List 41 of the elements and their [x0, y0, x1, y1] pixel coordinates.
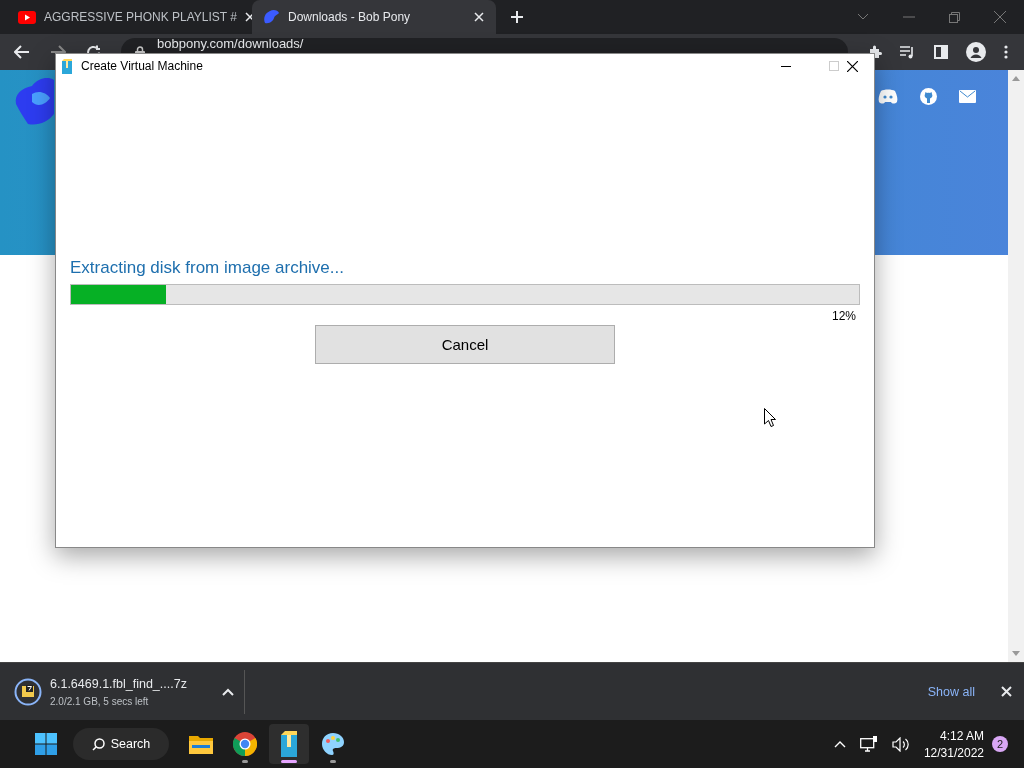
archive-app-icon: [279, 731, 299, 757]
github-icon[interactable]: [920, 88, 937, 105]
chevron-up-icon[interactable]: [833, 740, 846, 748]
caret-icon[interactable]: [222, 687, 234, 696]
chevron-down-icon[interactable]: [857, 13, 869, 21]
playlist-icon[interactable]: [900, 45, 916, 59]
back-icon[interactable]: [14, 45, 30, 59]
mail-icon[interactable]: [959, 90, 976, 103]
close-icon[interactable]: [847, 60, 858, 72]
folder-icon: [189, 734, 213, 754]
minimize-icon[interactable]: [781, 65, 791, 67]
status-text: Extracting disk from image archive...: [70, 258, 345, 278]
maximize-icon: [829, 61, 839, 71]
show-all-link[interactable]: Show all: [927, 684, 975, 699]
restore-icon[interactable]: [949, 11, 960, 23]
taskbar-app[interactable]: [269, 724, 309, 764]
network-icon[interactable]: [859, 736, 878, 752]
mouse-pointer-icon: [764, 408, 776, 427]
search-button[interactable]: Search: [73, 728, 169, 760]
discord-icon[interactable]: [878, 89, 898, 104]
speaker-icon[interactable]: [891, 736, 910, 752]
clock[interactable]: 4:12 AM 12/31/2022: [923, 728, 984, 760]
side-panel-icon[interactable]: [934, 45, 948, 59]
notification-badge[interactable]: 2: [992, 736, 1008, 752]
play-logo-icon: [18, 10, 36, 24]
progress-percent: 12%: [831, 309, 856, 323]
archive-app-icon: [61, 58, 73, 74]
blob-logo-icon: [262, 9, 280, 25]
browser-tab[interactable]: Downloads - Bob Pony: [252, 0, 496, 34]
cancel-button[interactable]: Cancel: [315, 325, 615, 364]
search-icon: [91, 737, 105, 751]
palette-icon: [321, 732, 345, 756]
archive-file-icon[interactable]: [14, 677, 42, 706]
windows-start-icon[interactable]: [35, 733, 57, 755]
download-filename: 6.1.6469.1.fbl_find_....7z: [50, 676, 188, 691]
profile-icon[interactable]: [966, 42, 986, 62]
menu-icon[interactable]: [1004, 45, 1008, 59]
download-progress-text: 2.0/2.1 GB, 5 secs left: [50, 695, 150, 707]
browser-tab[interactable]: AGGRESSIVE PHONK PLAYLIST #: [8, 0, 252, 34]
new-tab-icon[interactable]: [510, 10, 524, 24]
chrome-icon: [233, 732, 257, 756]
